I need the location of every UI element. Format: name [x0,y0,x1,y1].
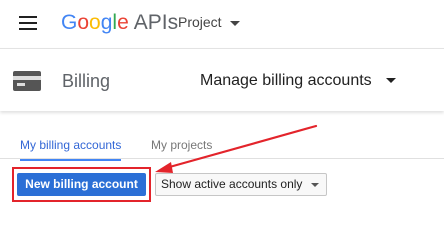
account-filter-selected: Show active accounts only [161,177,303,191]
logo-letter: o [89,11,101,34]
project-selector-label: Project [178,14,222,30]
project-selector[interactable]: Project [178,14,240,30]
page: Google APIs Project Billing Manage billin… [0,0,444,206]
manage-billing-accounts-label: Manage billing accounts [200,72,372,89]
top-app-bar: Google APIs Project [0,0,444,46]
caret-down-icon [229,20,240,26]
tab-my-projects[interactable]: My projects [151,138,212,152]
logo-letter: o [77,11,90,34]
tab-bar: My billing accounts My projects [0,128,444,161]
manage-billing-accounts-dropdown[interactable]: Manage billing accounts [200,72,396,90]
logo-letter: G [61,11,78,34]
hamburger-menu-icon[interactable] [19,16,37,30]
logo-product-name: APIs [133,11,179,34]
caret-down-icon [385,78,396,84]
section-header: Billing Manage billing accounts [0,48,444,111]
logo-letter: e [117,11,129,34]
google-apis-logo[interactable]: Google APIs [61,10,178,36]
caret-down-icon [311,183,319,187]
tab-my-billing-accounts[interactable]: My billing accounts [20,138,122,161]
page-title: Billing [62,71,111,91]
logo-letter: g [100,11,113,34]
account-filter-select[interactable]: Show active accounts only [155,173,327,196]
credit-card-icon [13,71,41,91]
new-billing-account-button[interactable]: New billing account [17,173,146,196]
